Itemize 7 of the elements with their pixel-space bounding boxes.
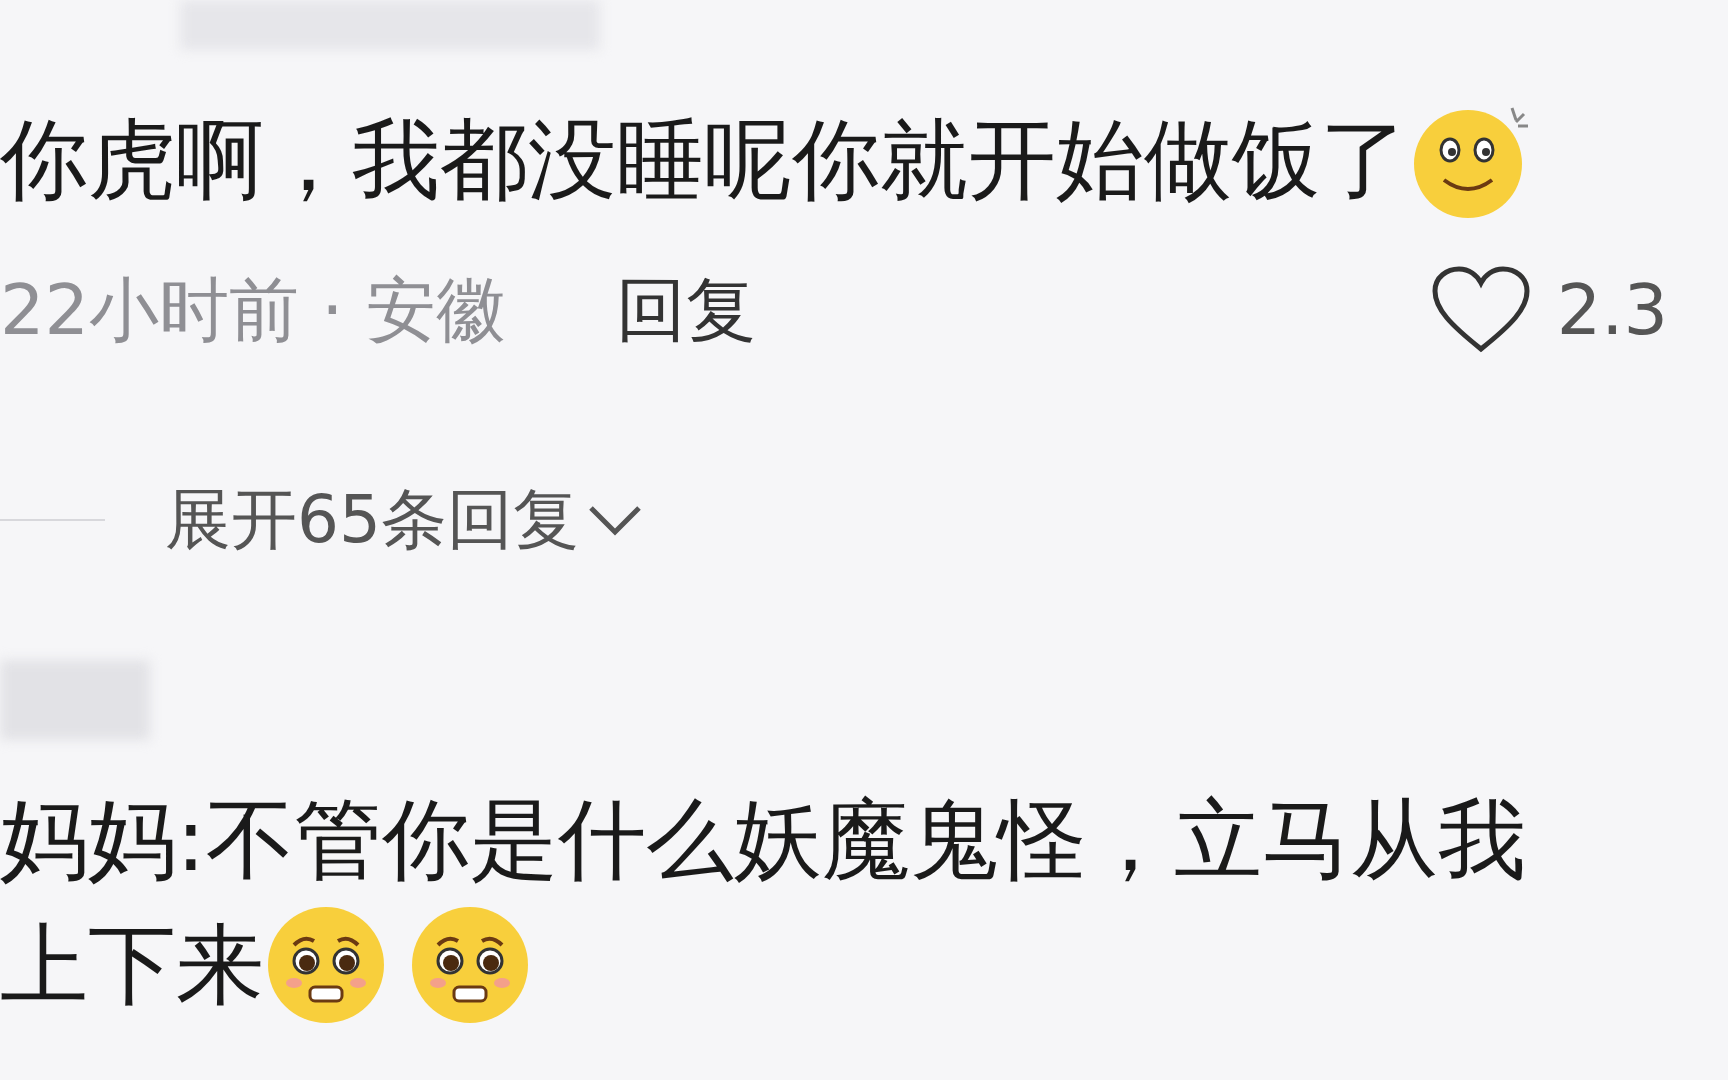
expand-replies-button[interactable]: 展开65条回复 <box>165 487 579 553</box>
comment-time-location: 22小时前 · 安徽 <box>0 275 506 345</box>
reply-link[interactable]: 回复 <box>615 275 756 345</box>
heart-icon[interactable] <box>1430 265 1531 355</box>
like-count: 2.3 <box>1556 275 1668 345</box>
comment-text: 妈妈:不管你是什么妖魔鬼怪，立马从我 <box>0 796 1526 884</box>
comment-text: 上下来 <box>0 921 264 1009</box>
